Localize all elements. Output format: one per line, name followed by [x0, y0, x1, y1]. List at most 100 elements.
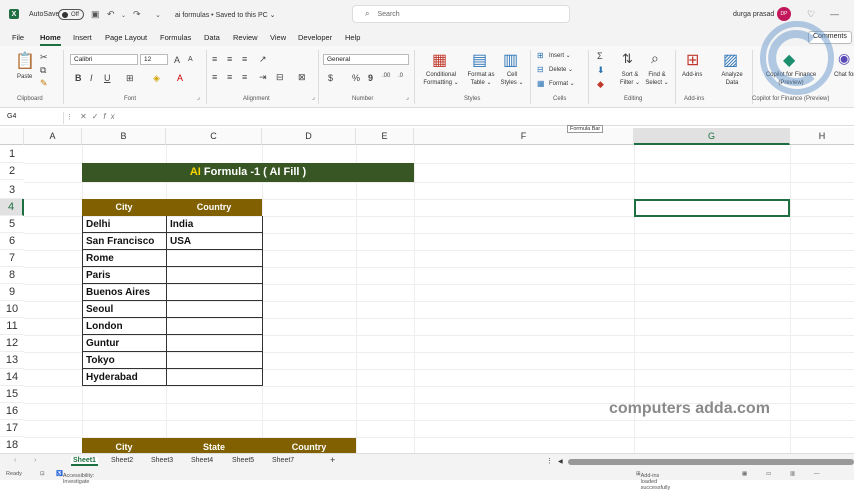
- tab-data[interactable]: Data: [204, 33, 220, 42]
- column-header[interactable]: D: [262, 128, 356, 145]
- format-painter-icon[interactable]: ✎: [40, 78, 48, 89]
- clear-icon[interactable]: ◆: [597, 79, 604, 90]
- number-format-dropdown[interactable]: General: [323, 54, 409, 65]
- align-bottom-icon[interactable]: ≡: [242, 54, 247, 64]
- page-layout-view-icon[interactable]: ▭: [766, 471, 771, 477]
- orientation-icon[interactable]: ↗: [259, 54, 267, 65]
- table2-header-country[interactable]: Country: [262, 438, 356, 453]
- autosum-icon[interactable]: Σ: [597, 51, 603, 61]
- sheet-tab-7[interactable]: Sheet7: [272, 457, 294, 464]
- table-cell-country[interactable]: USA: [166, 233, 263, 250]
- conditional-formatting-label[interactable]: Conditional Formatting ⌄: [418, 71, 464, 87]
- table-cell-country[interactable]: [166, 301, 263, 318]
- cell-styles-icon[interactable]: ▥: [503, 50, 518, 70]
- row-header[interactable]: 17: [0, 420, 24, 437]
- wrap-text-icon[interactable]: ⊟: [276, 72, 284, 83]
- zoom-out-icon[interactable]: —: [814, 471, 820, 477]
- row-header[interactable]: 5: [0, 216, 24, 233]
- table-cell-city[interactable]: Hyderabad: [82, 369, 167, 386]
- table-cell-country[interactable]: [166, 284, 263, 301]
- underline-icon[interactable]: U: [104, 73, 111, 83]
- redo-icon[interactable]: ↷: [133, 9, 141, 20]
- customize-toolbar-icon[interactable]: ⌄: [155, 11, 161, 19]
- cell-styles-label[interactable]: Cell Styles ⌄: [498, 71, 526, 87]
- sheet-tab-5[interactable]: Sheet5: [232, 457, 254, 464]
- find-select-label[interactable]: Find & Select ⌄: [644, 71, 670, 87]
- borders-icon[interactable]: ⊞: [126, 73, 134, 84]
- selected-cell-g4[interactable]: [634, 199, 790, 217]
- font-name-dropdown[interactable]: Calibri: [70, 54, 138, 65]
- column-header[interactable]: H: [790, 128, 854, 145]
- increase-decimal-icon[interactable]: .00: [382, 73, 390, 79]
- table-cell-city[interactable]: San Francisco: [82, 233, 167, 250]
- more-icon[interactable]: ⋮: [66, 113, 73, 121]
- next-sheet-icon[interactable]: ›: [34, 457, 36, 464]
- tab-page-layout[interactable]: Page Layout: [105, 33, 147, 42]
- add-ins-button-label[interactable]: Add-ins: [682, 71, 702, 79]
- row-header[interactable]: 3: [0, 182, 24, 199]
- autosave-toggle[interactable]: Off: [58, 9, 84, 20]
- column-header[interactable]: E: [356, 128, 414, 145]
- cut-icon[interactable]: ✂: [40, 52, 48, 63]
- table2-header-state[interactable]: State: [166, 438, 262, 453]
- fill-icon[interactable]: ⬇: [597, 65, 605, 76]
- tab-help[interactable]: Help: [345, 33, 360, 42]
- table-cell-city[interactable]: London: [82, 318, 167, 335]
- comma-style-icon[interactable]: 9: [368, 73, 373, 83]
- sheet-title-banner[interactable]: AI Formula -1 ( AI Fill ): [82, 163, 414, 182]
- table-header-city[interactable]: City: [82, 199, 166, 216]
- insert-cells-icon[interactable]: ⊞: [537, 51, 544, 60]
- align-right-icon[interactable]: ≡: [242, 72, 247, 82]
- align-middle-icon[interactable]: ≡: [227, 54, 232, 64]
- tab-home[interactable]: Home: [40, 33, 61, 46]
- row-header[interactable]: 1: [0, 146, 24, 163]
- column-header[interactable]: G: [634, 128, 790, 145]
- table-cell-country[interactable]: [166, 267, 263, 284]
- table-cell-city[interactable]: Paris: [82, 267, 167, 284]
- analyze-data-icon[interactable]: ▨: [723, 50, 738, 70]
- table-cell-city[interactable]: Buenos Aires: [82, 284, 167, 301]
- table-cell-country[interactable]: [166, 318, 263, 335]
- fill-color-icon[interactable]: ◈: [153, 73, 160, 84]
- format-cells-label[interactable]: Format ⌄: [549, 80, 575, 88]
- accessibility-status[interactable]: ♿ Accessibility: Investigate: [56, 471, 94, 485]
- undo-icon[interactable]: ↶: [107, 9, 115, 20]
- add-ins-icon[interactable]: ⊞: [686, 50, 699, 70]
- tab-file[interactable]: File: [12, 33, 24, 42]
- increase-font-icon[interactable]: A: [174, 55, 180, 65]
- document-title[interactable]: ai formulas • Saved to this PC ⌄: [175, 11, 276, 19]
- add-sheet-button[interactable]: +: [330, 455, 335, 465]
- table-cell-city[interactable]: Guntur: [82, 335, 167, 352]
- table-cell-city[interactable]: Tokyo: [82, 352, 167, 369]
- table-header-country[interactable]: Country: [166, 199, 262, 216]
- row-header[interactable]: 13: [0, 352, 24, 369]
- row-header[interactable]: 2: [0, 163, 24, 180]
- indent-icon[interactable]: ⇥: [259, 72, 267, 83]
- decrease-font-icon[interactable]: A: [188, 56, 193, 63]
- table-cell-country[interactable]: [166, 352, 263, 369]
- font-size-dropdown[interactable]: 12: [140, 54, 168, 65]
- conditional-formatting-icon[interactable]: ▦: [432, 50, 447, 70]
- prev-sheet-icon[interactable]: ‹: [14, 457, 16, 464]
- row-header[interactable]: 6: [0, 233, 24, 250]
- sort-filter-label[interactable]: Sort & Filter ⌄: [616, 71, 644, 87]
- cancel-icon[interactable]: ✕: [80, 112, 92, 121]
- percent-icon[interactable]: %: [352, 73, 360, 83]
- macro-icon[interactable]: ⊡: [40, 471, 45, 477]
- tabs-more-icon[interactable]: ⋮: [546, 457, 553, 465]
- select-all-corner[interactable]: [0, 128, 24, 145]
- delete-cells-icon[interactable]: ⊟: [537, 65, 544, 74]
- tab-insert[interactable]: Insert: [73, 33, 92, 42]
- align-center-icon[interactable]: ≡: [227, 72, 232, 82]
- table-cell-city[interactable]: Rome: [82, 250, 167, 267]
- sheet-tab-4[interactable]: Sheet4: [191, 457, 213, 464]
- tab-review[interactable]: Review: [233, 33, 258, 42]
- name-box[interactable]: G4: [4, 112, 64, 124]
- sheet-tab-1[interactable]: Sheet1: [71, 457, 98, 466]
- undo-dropdown-icon[interactable]: ⌄: [121, 12, 126, 19]
- analyze-data-label[interactable]: Analyze Data: [717, 71, 747, 87]
- paste-icon[interactable]: 📋: [15, 51, 35, 71]
- tab-view[interactable]: View: [270, 33, 286, 42]
- row-header[interactable]: 12: [0, 335, 24, 352]
- table-cell-country[interactable]: [166, 369, 263, 386]
